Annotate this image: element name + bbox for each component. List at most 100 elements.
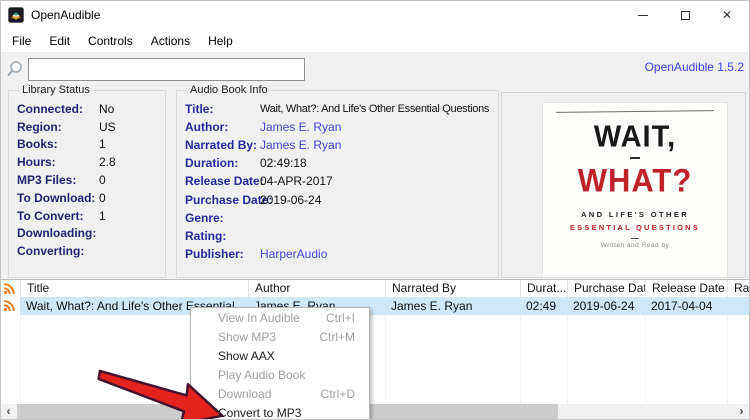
window-controls: ✕ xyxy=(622,0,748,30)
info-label: Genre: xyxy=(185,210,224,225)
library-status-group: Library Status Connected: No Region: US Bo… xyxy=(8,84,166,278)
row-release-date-cell: 2017-04-04 xyxy=(651,299,713,313)
audio-book-info-legend: Audio Book Info xyxy=(190,84,268,96)
grid-line xyxy=(727,315,728,404)
app-window: OpenAudible ✕ File Edit Controls Actions… xyxy=(0,0,750,420)
info-row: Purchase Date: 2019-06-24 xyxy=(185,190,498,208)
purchase-date-value: 2019-06-24 xyxy=(260,192,322,207)
status-row: Books: 1 xyxy=(17,136,165,154)
release-date-value: 04-APR-2017 xyxy=(260,174,333,189)
duration-value: 02:49:18 xyxy=(260,156,307,171)
status-label: Converting: xyxy=(17,244,85,259)
info-row: Release Date: 04-APR-2017 xyxy=(185,172,498,190)
menu-edit[interactable]: Edit xyxy=(40,32,79,50)
status-label: To Convert: xyxy=(17,208,84,223)
scroll-right-icon: › xyxy=(739,404,744,418)
status-label: Hours: xyxy=(17,155,56,170)
status-row: MP3 Files: 0 xyxy=(17,171,165,189)
info-label: Title: xyxy=(185,102,214,117)
rss-icon xyxy=(3,300,15,312)
table-row-selected[interactable]: Wait, What?: And Life's Other Essential … xyxy=(0,297,750,315)
column-header-purchase-date[interactable]: Purchase Date xyxy=(567,280,645,297)
grid-line xyxy=(567,315,568,404)
scroll-left-icon: ‹ xyxy=(6,404,11,418)
close-icon: ✕ xyxy=(721,8,733,22)
close-button[interactable]: ✕ xyxy=(706,0,748,30)
cover-divider xyxy=(630,157,640,159)
row-purchase-date-cell: 2019-06-24 xyxy=(573,299,635,313)
menu-file[interactable]: File xyxy=(3,32,40,50)
status-row: Region: US xyxy=(17,118,165,136)
menu-item-show-mp3[interactable]: Show MP3 Ctrl+M xyxy=(191,327,369,346)
book-cover-image: WAIT, WHAT? AND LIFE'S OTHER ESSENTIAL Q… xyxy=(542,102,728,278)
menu-item-label: View In Audible xyxy=(218,310,300,325)
author-link[interactable]: James E. Ryan xyxy=(260,120,341,134)
scroll-right-button[interactable]: › xyxy=(733,404,750,420)
menu-item-label: Show MP3 xyxy=(218,329,277,344)
info-label: Purchase Date: xyxy=(185,192,273,207)
status-row: Converting: xyxy=(17,242,165,260)
row-narrated-by-cell: James E. Ryan xyxy=(391,299,473,313)
menu-help[interactable]: Help xyxy=(199,32,242,50)
column-header-duration[interactable]: Durat... xyxy=(520,280,567,297)
scroll-left-button[interactable]: ‹ xyxy=(0,404,17,420)
info-row: Genre: xyxy=(185,209,498,227)
context-menu: View In Audible Ctrl+I Show MP3 Ctrl+M S… xyxy=(190,307,370,420)
info-label: Duration: xyxy=(185,156,239,171)
info-row: Title: Wait, What?: And Life's Other Esse… xyxy=(185,100,498,118)
menu-item-shortcut: Ctrl+M xyxy=(319,329,355,344)
cover-decoration-line xyxy=(555,110,715,113)
version-link[interactable]: OpenAudible 1.5.2 xyxy=(645,60,744,74)
info-label: Release Date: xyxy=(185,174,264,189)
publisher-link[interactable]: HarperAudio xyxy=(260,247,327,261)
row-duration-cell: 02:49 xyxy=(526,299,557,313)
info-label: Author: xyxy=(185,120,229,135)
cover-subtitle-line1: AND LIFE'S OTHER xyxy=(580,210,690,219)
column-header-author[interactable]: Author xyxy=(248,280,385,297)
status-value: No xyxy=(99,101,115,116)
status-label: MP3 Files: xyxy=(17,173,77,188)
info-row: Narrated By: James E. Ryan xyxy=(185,136,498,154)
status-row: To Download: 0 xyxy=(17,189,165,207)
grid-line xyxy=(645,315,646,404)
menu-item-label: Show AAX xyxy=(218,348,275,363)
grid-line xyxy=(20,315,21,404)
status-value: 2.8 xyxy=(99,155,116,170)
table-header: Title Author Narrated By Durat... Purcha… xyxy=(0,280,750,297)
menu-item-label: Download xyxy=(218,386,272,401)
column-header-title[interactable]: Title xyxy=(20,280,248,297)
menu-item-view-in-audible[interactable]: View In Audible Ctrl+I xyxy=(191,308,369,327)
narrator-link[interactable]: James E. Ryan xyxy=(260,138,341,152)
menu-item-show-aax[interactable]: Show AAX xyxy=(191,346,369,365)
info-row: Author: James E. Ryan xyxy=(185,118,498,136)
status-label: Books: xyxy=(17,137,58,152)
minimize-button[interactable] xyxy=(622,0,664,30)
column-header-rating[interactable]: Rat xyxy=(727,280,750,297)
menu-controls[interactable]: Controls xyxy=(79,32,142,50)
status-row: Hours: 2.8 xyxy=(17,153,165,171)
info-row: Rating: xyxy=(185,227,498,245)
status-value: 1 xyxy=(99,137,106,152)
maximize-button[interactable] xyxy=(664,0,706,30)
column-header-icon[interactable] xyxy=(0,280,20,297)
horizontal-scrollbar[interactable]: ‹ › xyxy=(0,404,750,420)
status-value: 0 xyxy=(99,190,106,205)
column-header-release-date[interactable]: Release Date xyxy=(645,280,727,297)
info-row: Publisher: HarperAudio xyxy=(185,245,498,263)
status-label: To Download: xyxy=(17,190,96,205)
menu-item-play-audio-book[interactable]: Play Audio Book xyxy=(191,365,369,384)
book-title: Wait, What?: And Life's Other Essential … xyxy=(260,103,490,116)
search-input[interactable] xyxy=(28,58,305,81)
info-label: Rating: xyxy=(185,228,227,243)
info-label: Narrated By: xyxy=(185,138,258,153)
menu-item-convert-to-mp3[interactable]: Convert to MP3 xyxy=(191,403,369,420)
library-status-legend: Library Status xyxy=(22,84,90,96)
titlebar: OpenAudible ✕ xyxy=(0,0,750,30)
menu-actions[interactable]: Actions xyxy=(142,32,199,50)
row-rating-cell xyxy=(727,297,750,315)
menubar: File Edit Controls Actions Help xyxy=(0,30,750,52)
cover-byline: Written and Read by xyxy=(600,242,670,249)
column-header-narrated-by[interactable]: Narrated By xyxy=(385,280,520,297)
menu-item-download[interactable]: Download Ctrl+D xyxy=(191,384,369,403)
menu-item-shortcut: Ctrl+I xyxy=(325,310,355,325)
